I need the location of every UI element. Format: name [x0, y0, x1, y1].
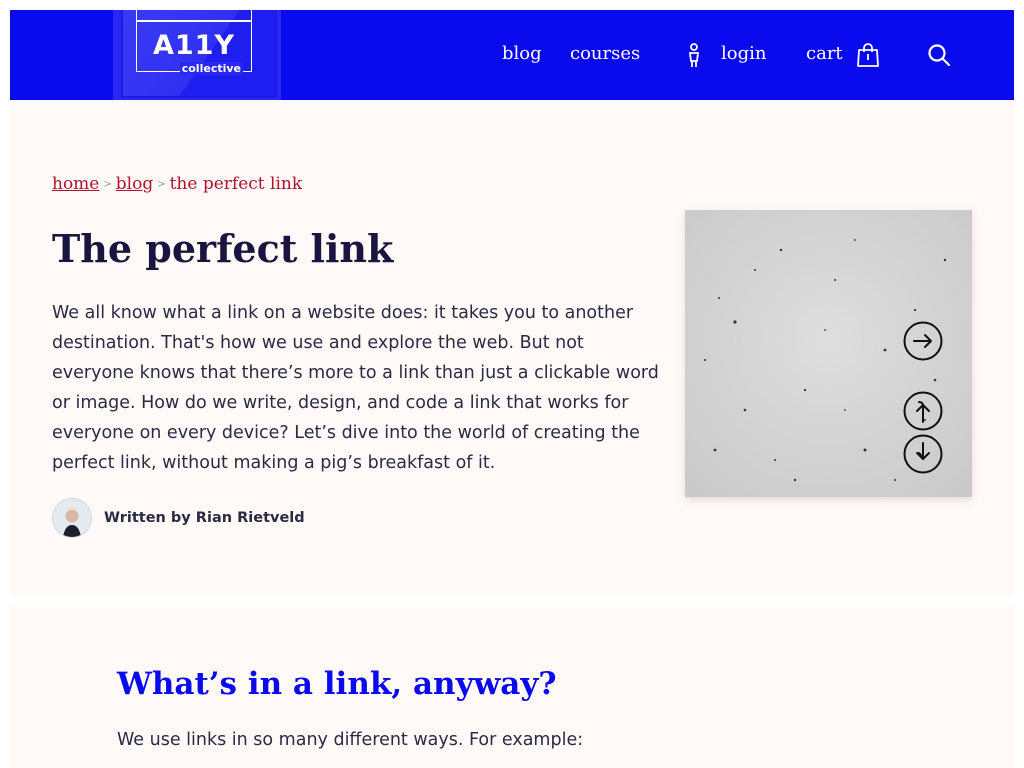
breadcrumb-separator: >: [157, 179, 166, 190]
site-header: A11Y collective blog courses login cart: [10, 10, 1014, 100]
section-heading: What’s in a link, anyway?: [117, 666, 557, 702]
site-logo[interactable]: A11Y collective: [136, 10, 252, 75]
author-byline: Written by Rian Rietveld: [52, 498, 305, 538]
nav-blog[interactable]: blog: [502, 43, 542, 64]
hero-image: [685, 210, 972, 497]
breadcrumb-separator: >: [103, 179, 112, 190]
breadcrumb-current: the perfect link: [169, 174, 303, 194]
page-title: The perfect link: [52, 226, 394, 271]
search-icon[interactable]: [927, 43, 951, 72]
nav-courses[interactable]: courses: [570, 43, 640, 64]
breadcrumb-home[interactable]: home: [52, 174, 99, 194]
breadcrumb: home > blog > the perfect link: [52, 174, 302, 194]
logo-subtext: collective: [179, 62, 243, 75]
person-icon: [687, 43, 701, 74]
nav-login[interactable]: login: [721, 43, 766, 64]
content-section: What’s in a link, anyway? We use links i…: [10, 606, 1014, 768]
logo-text: A11Y: [152, 30, 236, 61]
author-name: Written by Rian Rietveld: [104, 510, 305, 526]
author-avatar: [52, 498, 92, 538]
hero-section: home > blog > the perfect link The perfect l…: [10, 100, 1014, 596]
breadcrumb-blog[interactable]: blog: [116, 174, 153, 194]
nav-cart[interactable]: cart: [806, 43, 843, 64]
section-paragraph: We use links in so many different ways. …: [117, 730, 584, 750]
shopping-bag-icon[interactable]: [856, 42, 880, 73]
intro-paragraph: We all know what a link on a website doe…: [52, 303, 659, 473]
